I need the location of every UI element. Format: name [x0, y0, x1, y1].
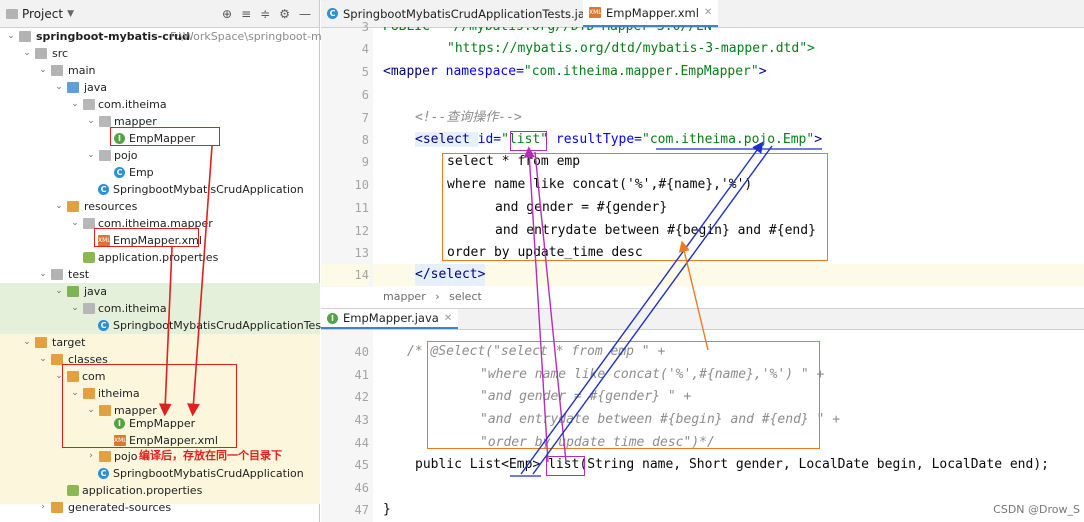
code-line-select[interactable]: <select id="list" resultType="com.itheim… [415, 129, 822, 151]
tree-item-src[interactable]: ⌄ src [0, 45, 320, 62]
tree-item-test-com-itheima[interactable]: ⌄ com.itheima [0, 300, 320, 317]
highlight-method-list [546, 456, 585, 476]
line-number: 8 [361, 133, 369, 147]
line-number: 43 [354, 413, 369, 427]
tree-item-main[interactable]: ⌄ main [0, 62, 320, 79]
line-number: 6 [361, 88, 369, 102]
line-number: 5 [361, 65, 369, 79]
target-icon[interactable]: ⊕ [222, 7, 232, 21]
line-number: 40 [354, 345, 369, 359]
tree-item-application-class[interactable]: C SpringbootMybatisCrudApplication [0, 181, 320, 198]
tab-empmapper-java[interactable]: I EmpMapper.java ✕ [321, 309, 459, 329]
line-number: 42 [354, 390, 369, 404]
tree-item-target-application-class[interactable]: C SpringbootMybatisCrudApplication [0, 465, 320, 482]
line-number: 10 [354, 178, 369, 192]
project-panel-title[interactable]: Project [22, 7, 63, 21]
line-number: 4 [361, 42, 369, 56]
breadcrumb-item[interactable]: mapper [383, 290, 426, 303]
tree-item-resources[interactable]: ⌄ resources [0, 198, 320, 215]
code-line[interactable]: "https://mybatis.org/dtd/mybatis-3-mappe… [447, 38, 815, 60]
close-icon[interactable]: ✕ [444, 313, 452, 324]
line-number: 7 [361, 111, 369, 125]
line-number: 41 [354, 368, 369, 382]
code-line[interactable]: } [383, 499, 391, 521]
line-number: 9 [361, 155, 369, 169]
editor-tabs-bottom: I EmpMapper.java ✕ [321, 308, 1084, 330]
line-number: 44 [354, 436, 369, 450]
expand-all-icon[interactable]: ≑ [260, 7, 270, 21]
highlight-empmapper-xml [94, 228, 199, 247]
tree-item-java[interactable]: ⌄ java [0, 79, 320, 96]
code-line-method[interactable]: public List<Emp> list(String name, Short… [415, 454, 1049, 476]
tree-item-project-root[interactable]: ⌄ springboot-mybatis-crud F:\WorkSpace\s… [0, 28, 335, 45]
editor-tabs-top: C SpringbootMybatisCrudApplicationTests.… [321, 0, 1084, 28]
line-number: 14 [321, 264, 369, 286]
highlight-sql-annotation [427, 341, 820, 449]
tree-item-emp[interactable]: C Emp [0, 164, 320, 181]
highlight-sql-xml [442, 153, 828, 261]
tree-item-target[interactable]: ⌄ target [0, 334, 320, 351]
tree-item-generated-sources[interactable]: › generated-sources [0, 499, 320, 516]
line-number: 3 [361, 20, 369, 34]
chevron-down-icon[interactable]: ▼ [67, 9, 74, 19]
line-number: 47 [354, 503, 369, 517]
collapse-all-icon[interactable]: ≡ [241, 7, 251, 21]
minimize-icon[interactable]: — [299, 7, 311, 21]
tree-item-com-itheima[interactable]: ⌄ com.itheima [0, 96, 320, 113]
breadcrumb: mapper › select [383, 290, 482, 303]
highlight-id-list [510, 131, 547, 151]
code-line-mapper[interactable]: <mapper namespace="com.itheima.mapper.Em… [383, 61, 767, 83]
tree-item-application-properties[interactable]: application.properties [0, 249, 320, 266]
tree-item-test-java[interactable]: ⌄ java [0, 283, 320, 300]
watermark: CSDN @Drow_S [993, 503, 1080, 516]
line-number: 12 [354, 224, 369, 238]
project-panel-header: Project ▼ ⊕ ≡ ≑ ⚙ — [0, 0, 319, 28]
tab-empmapper-xml[interactable]: XML EmpMapper.xml ✕ [583, 0, 719, 27]
tree-item-tests-class[interactable]: C SpringbootMybatisCrudApplicationTests [0, 317, 331, 334]
line-number: 46 [354, 481, 369, 495]
code-line-select-close[interactable]: </select> [415, 264, 486, 286]
highlight-target-com [62, 364, 237, 448]
close-icon[interactable]: ✕ [704, 7, 712, 18]
tree-item-pojo[interactable]: ⌄ pojo [0, 147, 320, 164]
tree-item-test[interactable]: ⌄ test [0, 266, 320, 283]
line-number: 11 [354, 201, 369, 215]
tree-item-target-application-properties[interactable]: application.properties [0, 482, 320, 499]
project-icon [6, 8, 18, 19]
gear-icon[interactable]: ⚙ [279, 7, 290, 21]
line-number: 45 [354, 458, 369, 472]
line-number: 13 [354, 246, 369, 260]
breadcrumb-item[interactable]: select [449, 290, 482, 303]
compile-annotation: 编译后，存放在同一个目录下 [139, 449, 282, 462]
project-panel: Project ▼ ⊕ ≡ ≑ ⚙ — ⌄ springboot-mybatis… [0, 0, 335, 522]
code-comment[interactable]: <!--查询操作--> [415, 107, 522, 129]
highlight-empmapper [110, 127, 220, 146]
